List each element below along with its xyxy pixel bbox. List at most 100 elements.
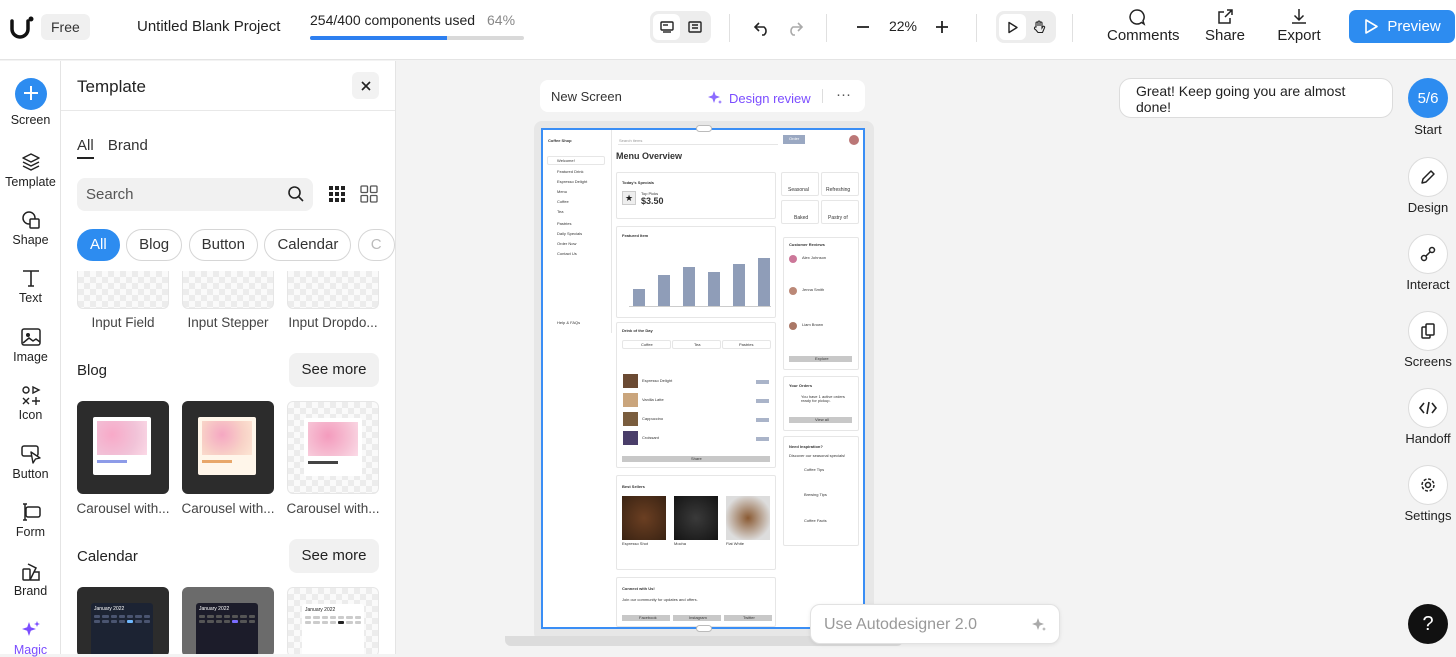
- right-nav-handoff[interactable]: Handoff: [1400, 388, 1456, 446]
- mock-social-label: Facebook: [639, 615, 657, 620]
- template-thumb[interactable]: January 2022: [287, 587, 379, 654]
- plan-badge[interactable]: Free: [41, 14, 90, 40]
- nav-screen[interactable]: Screen: [0, 78, 61, 127]
- comments-label: Comments: [1107, 27, 1180, 44]
- desktop-view-button[interactable]: [653, 14, 680, 40]
- zoom-in-button[interactable]: [930, 15, 954, 39]
- mock-tab: Coffee: [622, 340, 671, 349]
- layers-icon: [21, 153, 40, 171]
- template-thumb[interactable]: [287, 271, 379, 309]
- right-nav-design[interactable]: Design: [1400, 157, 1456, 215]
- mode-toggle: [996, 11, 1056, 43]
- mock-reviewer: Alex Johnson: [802, 255, 827, 260]
- mock-product-name: Espresso Shot: [622, 541, 649, 546]
- mock-card-title: Your Orders: [789, 383, 813, 388]
- close-panel-button[interactable]: [352, 72, 379, 99]
- chip-more[interactable]: C: [357, 229, 395, 261]
- mock-product-name: Mocha: [674, 541, 687, 546]
- mock-view-all-button: View all: [789, 417, 852, 423]
- template-label: Input Stepper: [187, 315, 269, 330]
- tab-brand[interactable]: Brand: [108, 137, 148, 157]
- sparkle-icon: [1032, 618, 1046, 631]
- help-button[interactable]: ?: [1408, 604, 1448, 644]
- mock-reviewer: Jenna Smith: [802, 287, 825, 292]
- template-thumb[interactable]: [182, 271, 274, 309]
- nav-label: Magic: [13, 643, 48, 657]
- nav-button[interactable]: Button: [0, 443, 61, 481]
- share-label: Share: [1204, 27, 1246, 44]
- mock-nav-item: Welcome!: [557, 158, 575, 163]
- divider: [822, 89, 823, 103]
- progress-start[interactable]: 5/6 Start: [1400, 78, 1456, 137]
- mock-chart-bar: [683, 267, 695, 306]
- design-review-button[interactable]: Design review: [706, 89, 811, 107]
- screen-name[interactable]: New Screen: [551, 89, 622, 104]
- share-button[interactable]: Share: [1194, 8, 1256, 44]
- undo-button[interactable]: [750, 16, 774, 40]
- mock-tile-label: Baked: [794, 215, 809, 221]
- right-nav-settings[interactable]: Settings: [1400, 465, 1456, 523]
- nav-form[interactable]: Form: [0, 501, 61, 539]
- template-thumb[interactable]: [77, 401, 169, 494]
- template-thumb[interactable]: [287, 401, 379, 494]
- nav-shape[interactable]: Shape: [0, 209, 61, 247]
- preview-button[interactable]: Preview: [1349, 10, 1455, 43]
- autodesigner-input[interactable]: Use Autodesigner 2.0: [810, 604, 1060, 644]
- nav-label: Icon: [18, 408, 43, 422]
- app-logo-icon[interactable]: [8, 13, 36, 41]
- comment-icon: [1129, 9, 1146, 26]
- hand-mode-button[interactable]: [1026, 14, 1053, 40]
- mock-explore-label: Explore: [815, 356, 829, 361]
- see-more-calendar-button[interactable]: See more: [289, 539, 379, 573]
- design-review-label: Design review: [729, 90, 811, 106]
- chip-button[interactable]: Button: [188, 229, 258, 261]
- resize-handle-top[interactable]: [696, 125, 712, 132]
- right-nav-label: Design: [1407, 200, 1449, 215]
- see-more-blog-button[interactable]: See more: [289, 353, 379, 387]
- alt-view-button[interactable]: [681, 14, 708, 40]
- template-thumb[interactable]: [182, 401, 274, 494]
- zoom-level[interactable]: 22%: [884, 18, 922, 34]
- redo-icon: [790, 22, 804, 36]
- nav-template[interactable]: Template: [0, 151, 61, 189]
- right-nav-label: Settings: [1404, 508, 1452, 523]
- mock-tile: Refreshing: [821, 172, 859, 196]
- redo-button[interactable]: [783, 16, 807, 40]
- mock-tile-label: Seasonal: [788, 187, 809, 193]
- right-nav-screens[interactable]: Screens: [1400, 311, 1456, 369]
- thumb-image: [97, 421, 147, 455]
- nav-image[interactable]: Image: [0, 326, 61, 364]
- chip-all[interactable]: All: [77, 229, 120, 261]
- thumb-text: [202, 460, 232, 463]
- brand-icon: [21, 563, 40, 581]
- resize-handle-bottom[interactable]: [696, 625, 712, 632]
- project-title[interactable]: Untitled Blank Project: [137, 18, 280, 35]
- divider: [729, 14, 730, 42]
- nav-brand[interactable]: Brand: [0, 560, 61, 598]
- nav-icon[interactable]: Icon: [0, 384, 61, 422]
- nav-magic[interactable]: Magic: [0, 619, 61, 657]
- template-search-input[interactable]: Search: [77, 178, 313, 211]
- section-title-calendar: Calendar: [77, 548, 138, 565]
- select-mode-button[interactable]: [999, 14, 1026, 40]
- nav-text[interactable]: Text: [0, 267, 61, 305]
- zoom-out-button[interactable]: [851, 15, 875, 39]
- comments-button[interactable]: Comments: [1107, 8, 1180, 44]
- grid-small-icon[interactable]: [328, 185, 346, 203]
- grid-large-icon[interactable]: [360, 185, 378, 203]
- right-nav-interact[interactable]: Interact: [1400, 234, 1456, 292]
- chip-calendar[interactable]: Calendar: [264, 229, 352, 261]
- template-thumb[interactable]: January 2022: [182, 587, 274, 654]
- mock-nav-item: Daily Specials: [557, 231, 583, 236]
- thumb-image: [308, 422, 358, 456]
- add-screen-button[interactable]: [14, 78, 47, 110]
- template-thumb[interactable]: [77, 271, 169, 309]
- screen-more-button[interactable]: ···: [836, 86, 851, 103]
- right-nav-label: Screens: [1404, 354, 1452, 369]
- tab-all[interactable]: All: [77, 137, 94, 159]
- export-button[interactable]: Export: [1268, 8, 1330, 44]
- chip-blog[interactable]: Blog: [126, 229, 183, 261]
- screen-mockup[interactable]: Coffee Shop Welcome! Featured Drink Espr…: [541, 125, 865, 632]
- mock-avatar: [849, 135, 859, 145]
- template-thumb[interactable]: January 2022: [77, 587, 169, 654]
